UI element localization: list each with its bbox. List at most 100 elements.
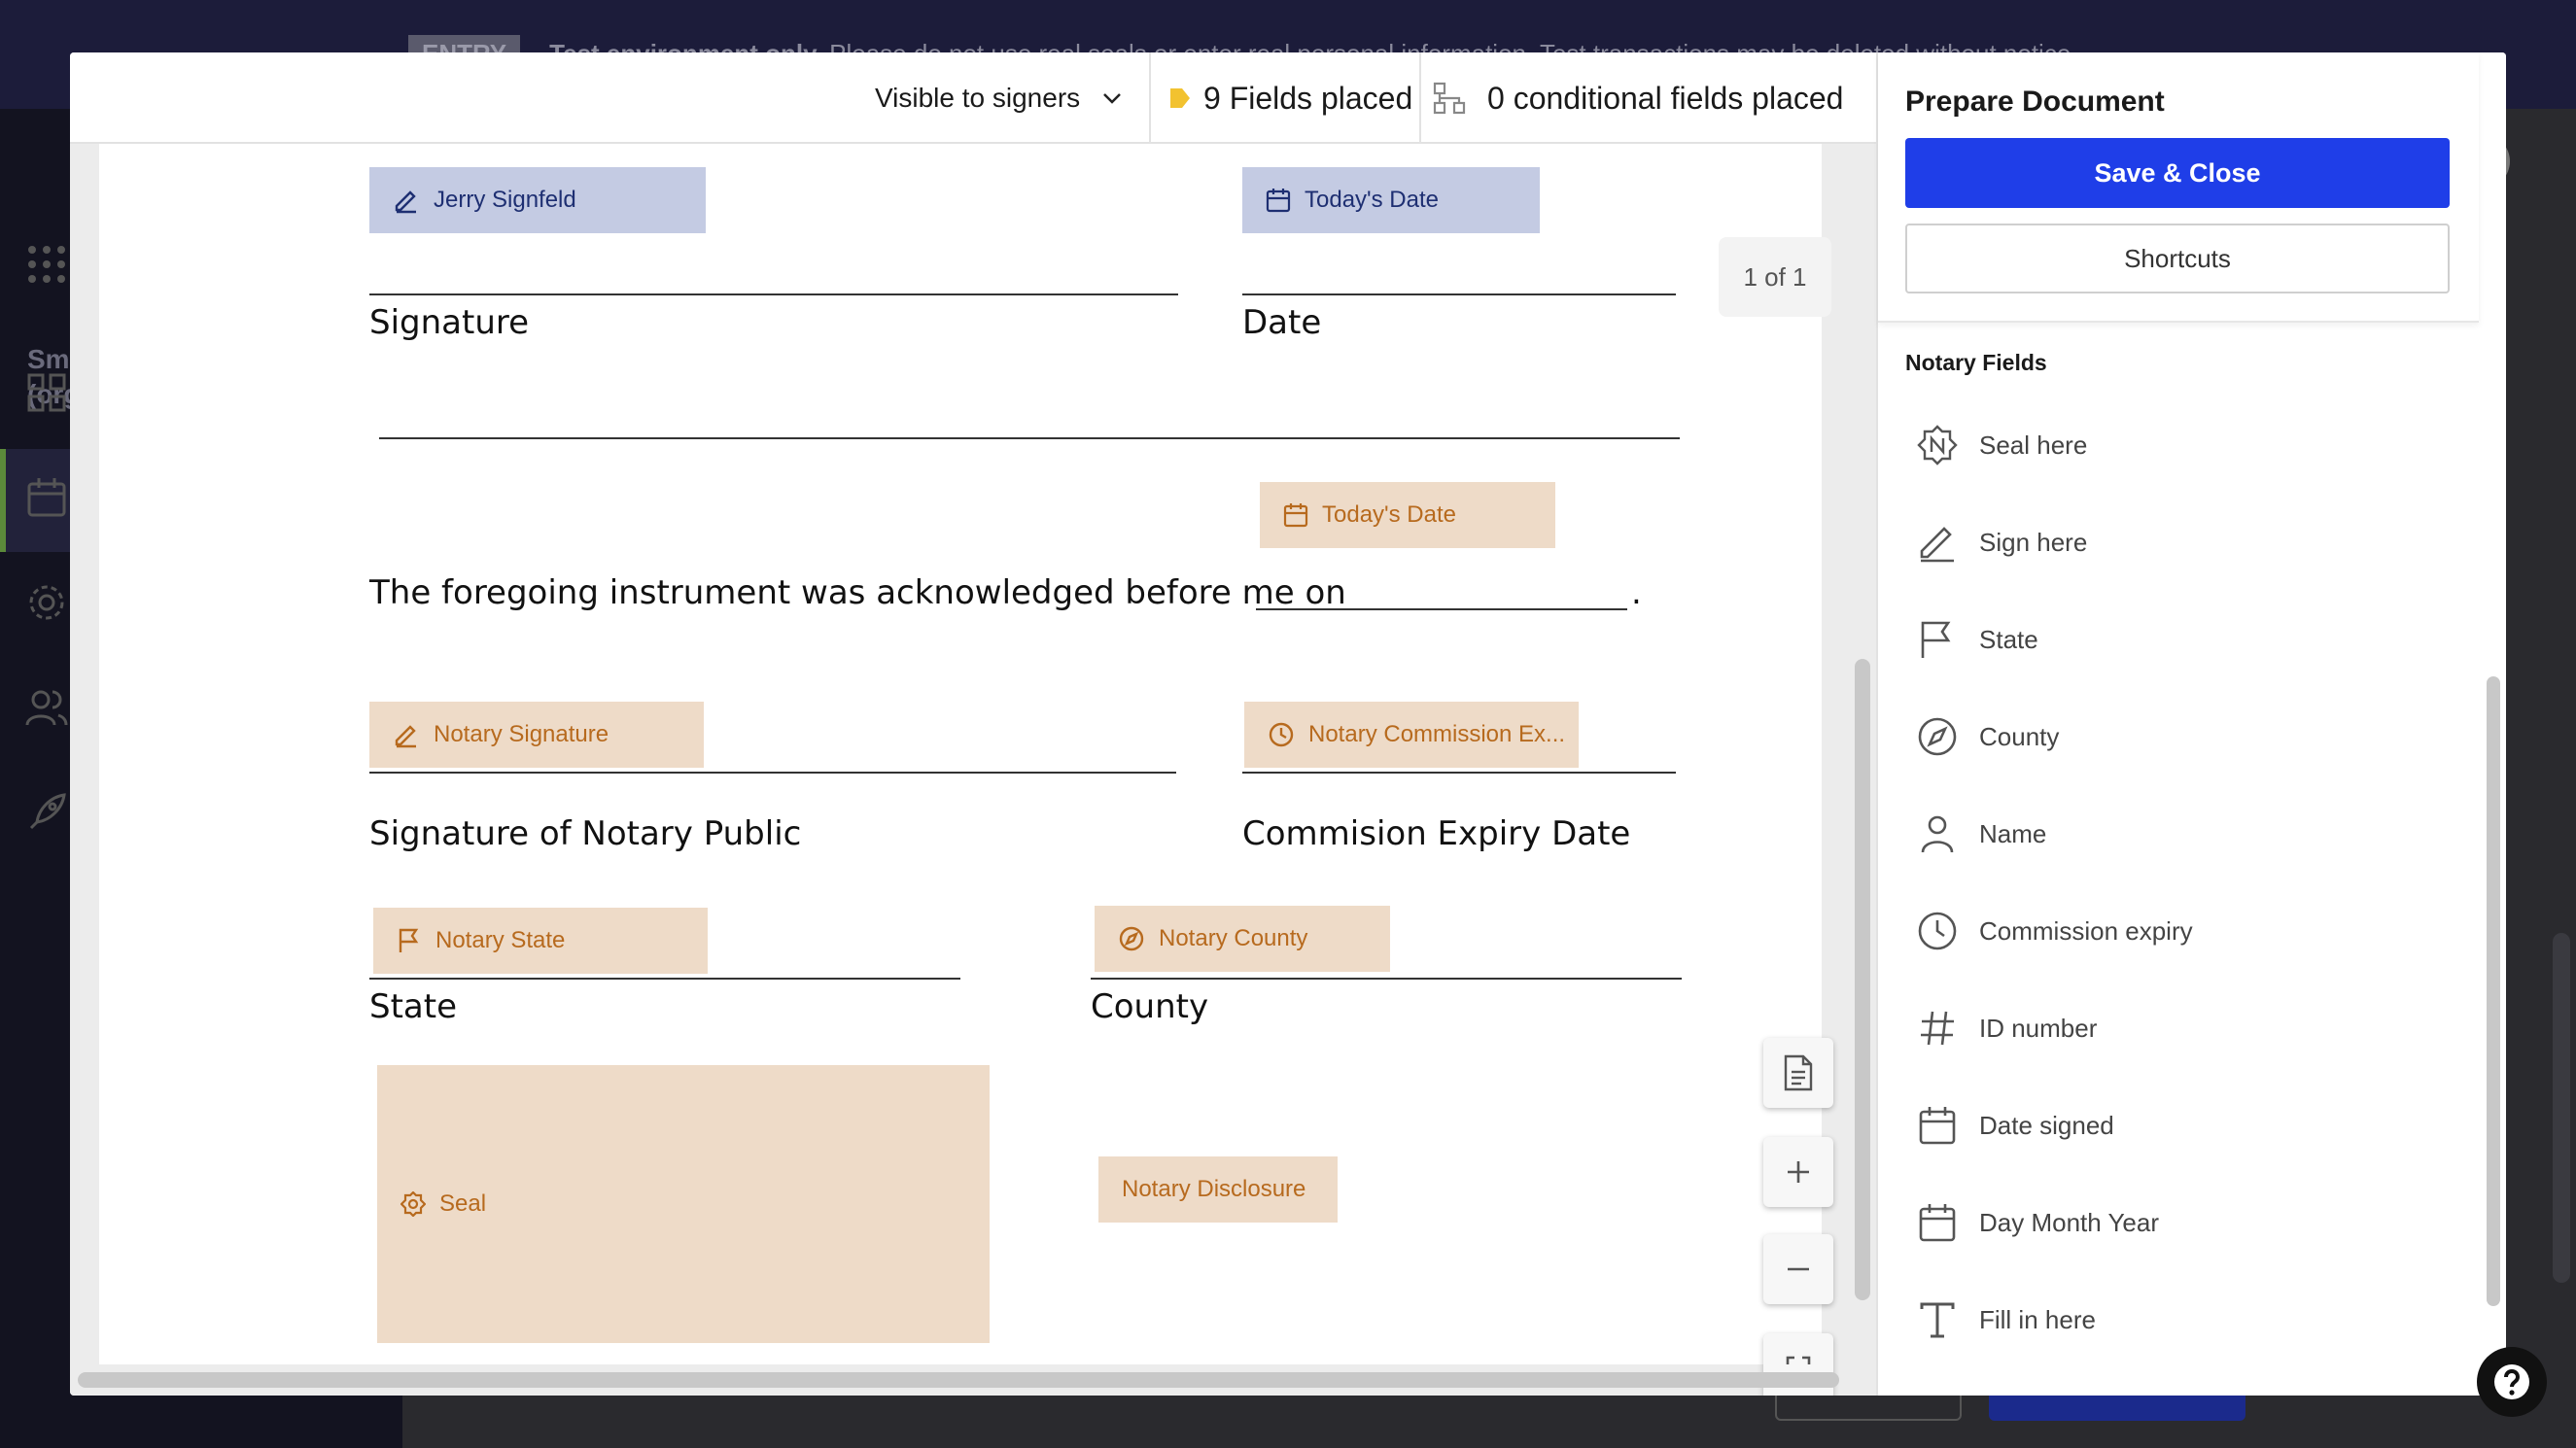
toolbar-divider	[1419, 52, 1421, 144]
person-icon	[1921, 815, 1954, 853]
page-scrollbar[interactable]	[2553, 933, 2570, 1283]
fields-placed-label: 9 Fields placed	[1203, 80, 1413, 116]
notary-commission-expiry-field[interactable]: Notary Commission Ex...	[1244, 702, 1579, 768]
calendar-nav-icon[interactable]	[23, 474, 70, 521]
document-toolbar: Visible to signers 9 Fields placed 0 con…	[70, 52, 1876, 144]
zoom-in-button[interactable]	[1763, 1137, 1833, 1207]
notary-state-label: Notary State	[435, 927, 566, 953]
panel-item-seal-here[interactable]: Seal here	[1917, 416, 2087, 474]
signer-name: Jerry Signfeld	[434, 187, 576, 213]
apps-grid-icon[interactable]	[27, 245, 66, 284]
save-close-button[interactable]: Save & Close	[1905, 138, 2450, 208]
rocket-icon[interactable]	[23, 789, 70, 836]
seal-label: Seal	[439, 1190, 487, 1217]
panel-item-label: County	[1979, 721, 2060, 751]
compass-icon	[1918, 717, 1957, 756]
pen-icon	[395, 190, 416, 214]
panel-item-label: Sign here	[1979, 527, 2088, 557]
date-label: Date	[1242, 303, 1322, 342]
acknowledged-date-label: Today's Date	[1322, 501, 1456, 528]
panel-item-label: ID number	[1979, 1013, 2098, 1043]
blank-line	[379, 437, 1680, 439]
todays-date-label: Today's Date	[1305, 187, 1439, 213]
plus-icon	[1788, 1161, 1809, 1183]
tag-icon	[1170, 88, 1190, 108]
hierarchy-icon	[1433, 82, 1466, 115]
panel-item-commission-expiry[interactable]: Commission expiry	[1917, 902, 2193, 960]
commission-expiry-label: Commision Expiry Date	[1242, 814, 1631, 853]
dashboard-icon[interactable]	[23, 369, 70, 416]
visibility-dropdown[interactable]: Visible to signers	[875, 52, 1125, 144]
conditional-fields-counter: 0 conditional fields placed	[1433, 52, 1843, 144]
text-icon	[1920, 1302, 1955, 1338]
calendar-icon	[1919, 1204, 1956, 1242]
conditional-fields-label: 0 conditional fields placed	[1487, 80, 1844, 116]
county-line	[1091, 978, 1682, 980]
notary-county-field[interactable]: Notary County	[1095, 906, 1390, 972]
compass-icon	[1119, 926, 1144, 951]
notary-fields-heading: Notary Fields	[1905, 350, 2047, 375]
help-button[interactable]	[2477, 1347, 2547, 1417]
state-line	[369, 978, 960, 980]
panel-item-label: Day Month Year	[1979, 1207, 2160, 1237]
page-indicator: 1 of 1	[1719, 237, 1831, 317]
visibility-label: Visible to signers	[875, 83, 1081, 113]
notary-disclosure-label: Notary Disclosure	[1122, 1176, 1306, 1202]
zoom-out-button[interactable]	[1763, 1234, 1833, 1304]
panel-item-name[interactable]: Name	[1917, 805, 2046, 863]
users-icon[interactable]	[23, 684, 70, 731]
signature-label: Signature	[369, 303, 530, 342]
notary-seal-field[interactable]: Seal	[377, 1065, 990, 1343]
document-horizontal-scrollbar[interactable]	[78, 1372, 1839, 1388]
document-viewer[interactable]: Jerry Signfeld Signature Today's Date Da…	[70, 144, 1876, 1396]
panel-item-id-number[interactable]: ID number	[1917, 999, 2097, 1057]
signature-notary-label: Signature of Notary Public	[369, 814, 802, 853]
signature-line	[369, 293, 1178, 295]
panel-item-label: Date signed	[1979, 1110, 2114, 1140]
panel-item-label: Seal here	[1979, 430, 2088, 460]
seal-icon	[400, 1191, 426, 1217]
acknowledged-date-line	[1256, 608, 1627, 610]
flag-icon	[399, 928, 419, 952]
acknowledgement-text: The foregoing instrument was acknowledge…	[369, 573, 1346, 612]
fields-placed-counter: 9 Fields placed	[1168, 52, 1412, 144]
panel-title: Prepare Document	[1905, 86, 2165, 118]
signer-signature-field[interactable]: Jerry Signfeld	[369, 167, 706, 233]
acknowledgement-period: .	[1631, 573, 1642, 612]
pen-icon	[1920, 527, 1954, 563]
panel-item-label: State	[1979, 624, 2038, 654]
notary-disclosure-field[interactable]: Notary Disclosure	[1098, 1156, 1338, 1223]
shortcuts-button[interactable]: Shortcuts	[1905, 224, 2450, 293]
panel-item-label: Fill in here	[1979, 1304, 2096, 1334]
panel-item-date-signed[interactable]: Date signed	[1917, 1096, 2114, 1155]
panel-item-label: Commission expiry	[1979, 915, 2193, 946]
settings-gear-icon[interactable]	[23, 579, 70, 626]
clock-icon	[1918, 912, 1957, 950]
notary-state-field[interactable]: Notary State	[373, 908, 708, 974]
todays-date-field[interactable]: Today's Date	[1242, 167, 1540, 233]
flag-icon	[1921, 621, 1951, 658]
commission-expiry-line	[1242, 772, 1676, 774]
panel-item-state[interactable]: State	[1917, 610, 2038, 669]
panel-item-sign-here[interactable]: Sign here	[1917, 513, 2087, 571]
panel-item-day-month-year[interactable]: Day Month Year	[1917, 1193, 2159, 1252]
pen-icon	[395, 725, 416, 748]
panel-item-county[interactable]: County	[1917, 707, 2059, 766]
prepare-document-panel: Prepare Document Save & Close Shortcuts …	[1876, 52, 2506, 1396]
calendar-icon	[1283, 503, 1308, 528]
document-vertical-scrollbar[interactable]	[1855, 659, 1870, 1300]
county-label: County	[1091, 987, 1209, 1026]
chevron-down-icon	[1103, 93, 1122, 104]
calendar-icon	[1919, 1107, 1956, 1145]
toolbar-divider	[1149, 52, 1151, 144]
document-outline-button[interactable]	[1763, 1038, 1833, 1108]
panel-header: Prepare Document Save & Close Shortcuts	[1878, 52, 2479, 323]
panel-scrollbar[interactable]	[2487, 676, 2500, 1306]
calendar-icon	[1266, 189, 1291, 213]
panel-item-fill-in-here[interactable]: Fill in here	[1917, 1291, 2096, 1349]
acknowledged-date-field[interactable]: Today's Date	[1260, 482, 1555, 548]
notary-signature-field[interactable]: Notary Signature	[369, 702, 704, 768]
document-page: Jerry Signfeld Signature Today's Date Da…	[99, 144, 1822, 1364]
prepare-document-modal: Visible to signers 9 Fields placed 0 con…	[70, 52, 2506, 1396]
question-mark-icon	[2494, 1364, 2529, 1399]
